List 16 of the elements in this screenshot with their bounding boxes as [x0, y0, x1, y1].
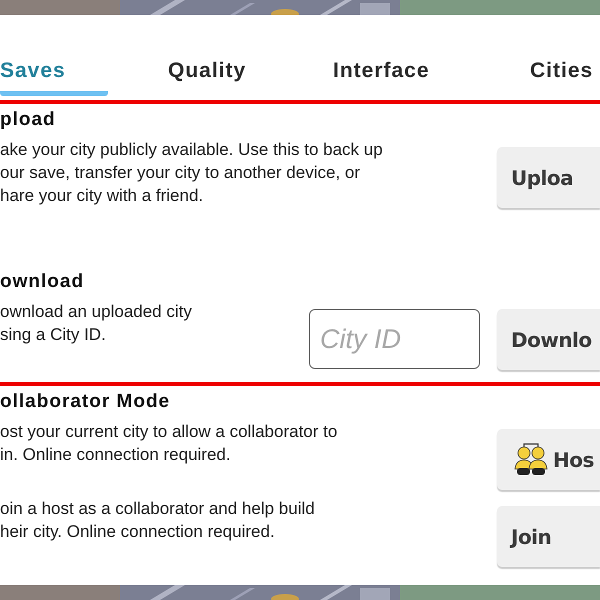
action-button[interactable]: Join	[497, 506, 600, 567]
action-button[interactable]: Downlo	[497, 309, 600, 370]
tab[interactable]: Quality	[168, 57, 288, 96]
description: ake your city publicly available. Use this to back up our save, transfer your city to another device, or hare your city with a friend.	[0, 139, 384, 207]
section-title: pload	[0, 108, 57, 132]
city-id-field[interactable]: City ID	[309, 309, 480, 369]
tab[interactable]: Cities	[530, 57, 594, 96]
section-title: ownload	[0, 270, 86, 294]
description: oin a host as a collaborator and help build heir city. Online connection required.	[0, 498, 316, 543]
action-button[interactable]: Hos	[497, 429, 600, 490]
action-button[interactable]: Uploa	[497, 147, 600, 208]
section-title: ollaborator Mode	[0, 390, 172, 414]
tab[interactable]: Interface	[333, 57, 472, 96]
players-icon	[513, 442, 549, 476]
description: ost your current city to allow a collaborator to in. Online connection required.	[0, 421, 338, 466]
description: ownload an uploaded city sing a City ID.	[0, 301, 193, 346]
